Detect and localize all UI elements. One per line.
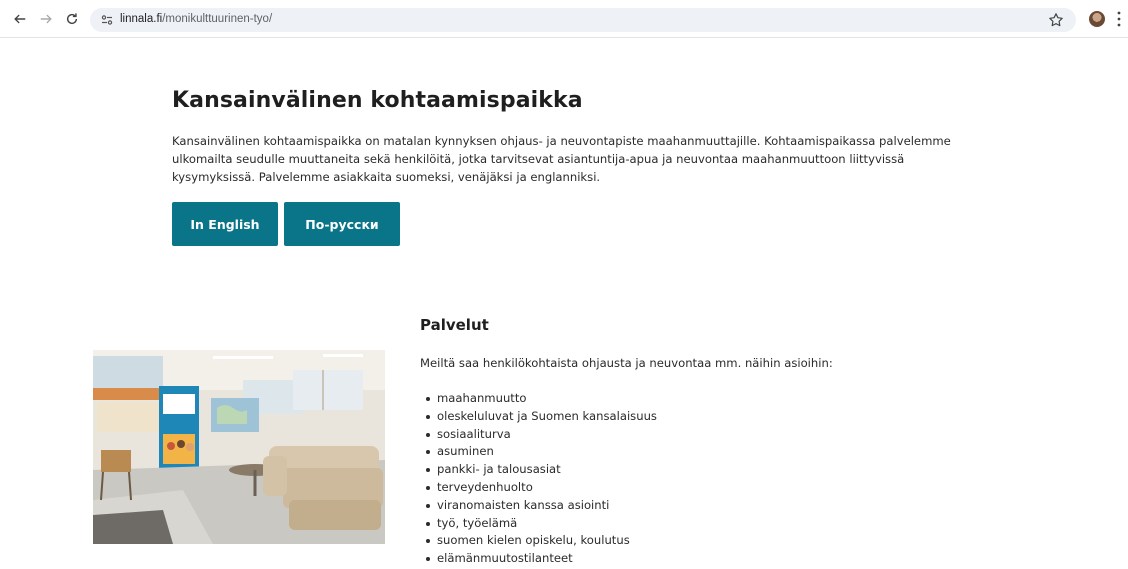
more-menu-icon[interactable]: [1116, 10, 1122, 28]
list-item: terveydenhuolto: [425, 479, 657, 497]
url-path: /monikulttuurinen-tyo/: [162, 13, 273, 25]
list-item: asuminen: [425, 443, 657, 461]
in-english-button[interactable]: In English: [172, 202, 278, 246]
russian-button[interactable]: По-русски: [284, 202, 400, 246]
back-arrow-icon[interactable]: [10, 9, 30, 29]
browser-toolbar: linnala.fi/monikulttuurinen-tyo/: [0, 0, 1128, 38]
list-item: sosiaaliturva: [425, 426, 657, 444]
list-item: työ, työelämä: [425, 515, 657, 533]
page-title: Kansainvälinen kohtaamispaikka: [172, 88, 583, 113]
forward-arrow-icon[interactable]: [36, 9, 56, 29]
list-item: elämänmuutostilanteet: [425, 550, 657, 568]
services-title: Palvelut: [420, 316, 489, 334]
list-item: maahanmuutto: [425, 390, 657, 408]
list-item: pankki- ja talousasiat: [425, 461, 657, 479]
reload-icon[interactable]: [62, 9, 82, 29]
services-list: maahanmuutto oleskeluluvat ja Suomen kan…: [425, 390, 657, 568]
meeting-room-photo: [93, 350, 385, 544]
list-item: oleskeluluvat ja Suomen kansalaisuus: [425, 408, 657, 426]
intro-paragraph: Kansainvälinen kohtaamispaikka on matala…: [172, 134, 951, 184]
profile-avatar[interactable]: [1089, 11, 1105, 27]
address-bar[interactable]: linnala.fi/monikulttuurinen-tyo/: [90, 8, 1076, 32]
url-domain: linnala.fi: [120, 13, 163, 25]
services-intro: Meiltä saa henkilökohtaista ohjausta ja …: [420, 356, 833, 370]
site-settings-icon[interactable]: [100, 13, 114, 27]
bookmark-star-icon[interactable]: [1048, 12, 1064, 28]
list-item: viranomaisten kanssa asiointi: [425, 497, 657, 515]
list-item: suomen kielen opiskelu, koulutus: [425, 532, 657, 550]
url-text[interactable]: linnala.fi/monikulttuurinen-tyo/: [120, 13, 272, 25]
